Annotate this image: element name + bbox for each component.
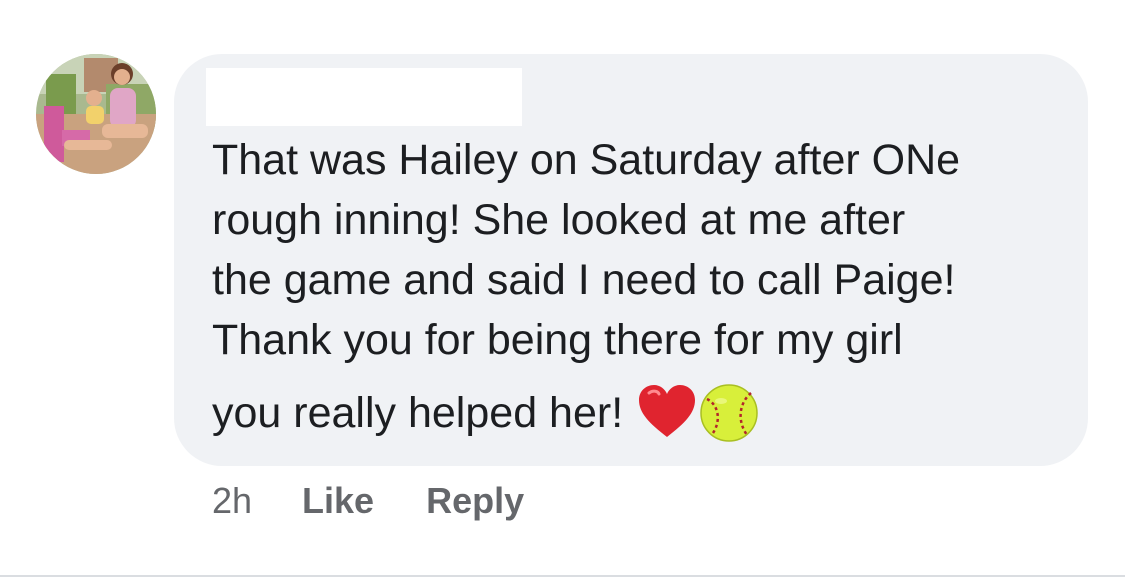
like-button[interactable]: Like bbox=[302, 480, 374, 522]
avatar-photo bbox=[36, 54, 156, 174]
comment-actions: 2h Like Reply bbox=[212, 476, 524, 526]
comment-last-line: you really helped her! bbox=[212, 378, 759, 448]
avatar[interactable] bbox=[36, 54, 156, 174]
timestamp[interactable]: 2h bbox=[212, 480, 252, 522]
comment-thread: That was Hailey on Saturday after ONe ro… bbox=[0, 0, 1125, 577]
comment-text-end: you really helped her! bbox=[212, 388, 624, 437]
comment-text: That was Hailey on Saturday after ONe ro… bbox=[212, 136, 961, 364]
softball-icon bbox=[699, 383, 759, 443]
reply-button[interactable]: Reply bbox=[426, 480, 524, 522]
redacted-author-name bbox=[206, 68, 522, 126]
red-heart-icon bbox=[637, 383, 697, 443]
